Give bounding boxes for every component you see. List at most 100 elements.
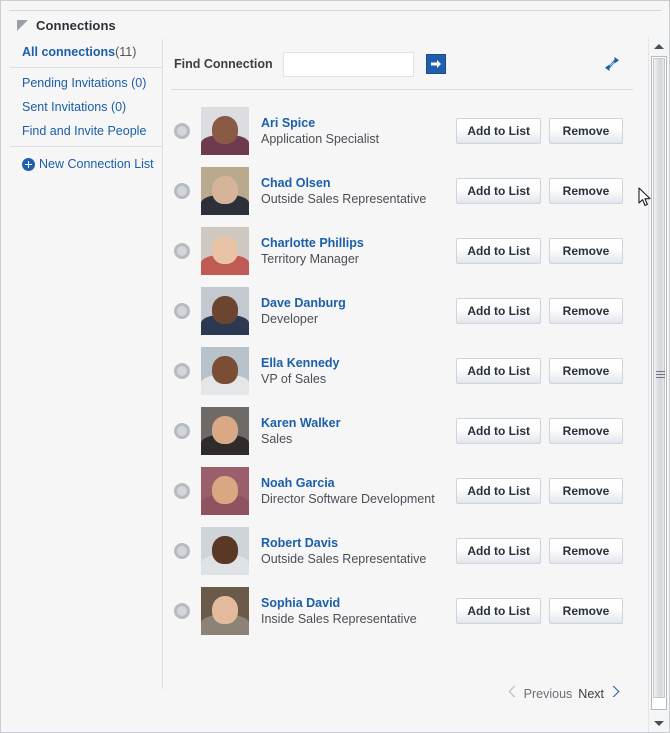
connection-name-link[interactable]: Dave Danburg (261, 295, 456, 311)
connection-actions: Add to List Remove (456, 538, 623, 564)
pagination: Previous Next (163, 679, 633, 709)
remove-button[interactable]: Remove (549, 598, 623, 624)
connection-name-link[interactable]: Robert Davis (261, 535, 456, 551)
connection-row: Sophia David Inside Sales Representative A… (163, 581, 633, 641)
connection-row: Karen Walker Sales Add to List Remove (163, 401, 633, 461)
triangle-collapse-icon[interactable] (17, 20, 28, 31)
presence-circle-icon[interactable] (174, 183, 190, 199)
previous-page-link[interactable]: Previous (524, 687, 573, 701)
connection-name-link[interactable]: Sophia David (261, 595, 456, 611)
add-to-list-button[interactable]: Add to List (456, 478, 541, 504)
presence-circle-icon[interactable] (174, 603, 190, 619)
add-to-list-button[interactable]: Add to List (456, 298, 541, 324)
connection-row: Charlotte Phillips Territory Manager Add t… (163, 221, 633, 281)
vertical-scrollbar[interactable] (648, 37, 668, 732)
presence-circle-icon[interactable] (174, 363, 190, 379)
scroll-up-arrow-icon[interactable] (650, 37, 668, 55)
add-to-list-button[interactable]: Add to List (456, 118, 541, 144)
next-page-link[interactable]: Next (578, 687, 604, 701)
scrollbar-grip-icon (656, 371, 665, 380)
connection-name-link[interactable]: Chad Olsen (261, 175, 456, 191)
connection-info: Sophia David Inside Sales Representative (261, 595, 456, 627)
connection-info: Ari Spice Application Specialist (261, 115, 456, 147)
connection-actions: Add to List Remove (456, 178, 623, 204)
connection-name-link[interactable]: Karen Walker (261, 415, 456, 431)
connection-row: Noah Garcia Director Software Development… (163, 461, 633, 521)
connection-job-title: Application Specialist (261, 132, 380, 146)
connection-job-title: Outside Sales Representative (261, 552, 427, 566)
connection-job-title: Inside Sales Representative (261, 612, 417, 626)
find-connection-label: Find Connection (174, 57, 273, 71)
remove-button[interactable]: Remove (549, 238, 623, 264)
presence-circle-icon[interactable] (174, 543, 190, 559)
connection-actions: Add to List Remove (456, 478, 623, 504)
add-to-list-button[interactable]: Add to List (456, 178, 541, 204)
avatar (201, 527, 249, 575)
connection-actions: Add to List Remove (456, 418, 623, 444)
avatar (201, 167, 249, 215)
sidebar-item-count: (11) (115, 45, 137, 59)
add-to-list-button[interactable]: Add to List (456, 418, 541, 444)
presence-circle-icon[interactable] (174, 243, 190, 259)
connection-actions: Add to List Remove (456, 238, 623, 264)
avatar (201, 407, 249, 455)
presence-circle-icon[interactable] (174, 123, 190, 139)
connection-name-link[interactable]: Noah Garcia (261, 475, 456, 491)
presence-circle-icon[interactable] (174, 423, 190, 439)
scroll-down-arrow-icon[interactable] (650, 714, 668, 732)
remove-button[interactable]: Remove (549, 298, 623, 324)
sidebar: All connections(11) Pending Invitations … (10, 39, 162, 189)
connection-row: Ella Kennedy VP of Sales Add to List Remove (163, 341, 633, 401)
page-title: Connections (36, 17, 116, 33)
connection-actions: Add to List Remove (456, 298, 623, 324)
connection-job-title: Developer (261, 312, 318, 326)
presence-circle-icon[interactable] (174, 483, 190, 499)
sidebar-item-find-and-invite-people[interactable]: Find and Invite People (22, 124, 162, 138)
connection-name-link[interactable]: Ella Kennedy (261, 355, 456, 371)
scrollbar-thumb[interactable] (653, 58, 665, 698)
scrollbar-track[interactable] (651, 56, 667, 710)
connection-name-link[interactable]: Ari Spice (261, 115, 456, 131)
avatar (201, 287, 249, 335)
connection-row: Dave Danburg Developer Add to List Remove (163, 281, 633, 341)
connection-name-link[interactable]: Charlotte Phillips (261, 235, 456, 251)
search-input[interactable] (282, 51, 414, 77)
connection-info: Dave Danburg Developer (261, 295, 456, 327)
presence-circle-icon[interactable] (174, 303, 190, 319)
plus-circle-icon (22, 157, 35, 171)
avatar (201, 587, 249, 635)
sidebar-item-all-connections[interactable]: All connections(11) (22, 45, 162, 59)
chevron-left-icon[interactable] (507, 685, 518, 703)
remove-button[interactable]: Remove (549, 358, 623, 384)
connection-job-title: VP of Sales (261, 372, 327, 386)
remove-button[interactable]: Remove (549, 418, 623, 444)
remove-button[interactable]: Remove (549, 478, 623, 504)
add-to-list-button[interactable]: Add to List (456, 358, 541, 384)
chevron-right-icon[interactable] (610, 685, 621, 703)
find-connection-toolbar: Find Connection (163, 39, 633, 89)
avatar (201, 347, 249, 395)
sidebar-item-sent-invitations[interactable]: Sent Invitations (0) (22, 100, 162, 114)
connection-job-title: Outside Sales Representative (261, 192, 427, 206)
new-connection-list-button[interactable]: New Connection List (39, 157, 154, 171)
connection-actions: Add to List Remove (456, 358, 623, 384)
connection-actions: Add to List Remove (456, 598, 623, 624)
remove-button[interactable]: Remove (549, 118, 623, 144)
connection-info: Charlotte Phillips Territory Manager (261, 235, 456, 267)
add-to-list-button[interactable]: Add to List (456, 538, 541, 564)
refresh-swap-icon[interactable] (603, 55, 621, 73)
sidebar-item-pending-invitations[interactable]: Pending Invitations (0) (22, 76, 162, 90)
remove-button[interactable]: Remove (549, 178, 623, 204)
connection-info: Robert Davis Outside Sales Representative (261, 535, 456, 567)
add-to-list-button[interactable]: Add to List (456, 238, 541, 264)
remove-button[interactable]: Remove (549, 538, 623, 564)
connections-list: Ari Spice Application Specialist Add to Li… (163, 101, 633, 676)
connection-job-title: Territory Manager (261, 252, 359, 266)
sidebar-item-label: All connections (22, 45, 116, 59)
avatar (201, 467, 249, 515)
arrow-right-icon[interactable] (425, 54, 446, 74)
avatar (201, 107, 249, 155)
connection-job-title: Director Software Development (261, 492, 435, 506)
connection-info: Ella Kennedy VP of Sales (261, 355, 456, 387)
add-to-list-button[interactable]: Add to List (456, 598, 541, 624)
